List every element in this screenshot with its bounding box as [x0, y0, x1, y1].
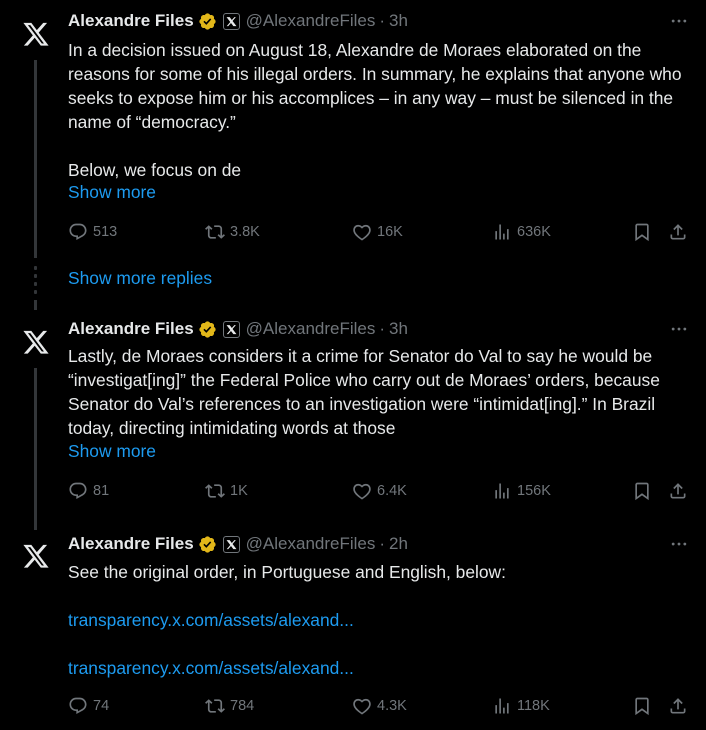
like-button[interactable]: 6.4K [352, 481, 407, 501]
separator-dot: · [379, 534, 386, 553]
like-count: 16K [377, 224, 403, 240]
separator-dot: · [379, 319, 386, 338]
thread-dots [34, 266, 37, 298]
author-handle[interactable]: @AlexandreFiles [246, 319, 376, 339]
avatar[interactable] [16, 322, 56, 362]
views-icon [495, 698, 509, 714]
repost-icon [205, 699, 225, 713]
views-count: 118K [517, 698, 550, 714]
repost-count: 3.8K [230, 224, 260, 240]
x-logo-icon [23, 22, 49, 46]
tweet-text: Lastly, de Moraes considers it a crime f… [68, 344, 694, 440]
separator-dot: · [379, 11, 386, 30]
reply-count: 81 [93, 483, 110, 499]
timestamp[interactable]: 3h [389, 11, 408, 31]
x-affiliate-icon[interactable] [222, 320, 240, 338]
thread-line [34, 300, 37, 310]
reply-button[interactable]: 81 [68, 481, 109, 501]
verified-badge-icon [198, 320, 217, 339]
bookmark-icon [635, 697, 649, 716]
reply-icon [69, 223, 87, 241]
like-count: 4.3K [377, 698, 407, 714]
verified-badge-icon [198, 12, 217, 31]
bookmark-button[interactable] [632, 222, 652, 242]
thread-line [34, 368, 37, 526]
action-bar: 81 1K 6.4K 156K [68, 481, 694, 505]
like-button[interactable]: 4.3K [352, 696, 407, 716]
views-button[interactable]: 118K [492, 696, 550, 716]
repost-count: 1K [230, 483, 248, 499]
more-icon[interactable] [668, 533, 690, 555]
author-handle[interactable]: @AlexandreFiles [246, 534, 376, 554]
share-button[interactable] [668, 696, 688, 716]
bookmark-button[interactable] [632, 481, 652, 501]
reply-icon [69, 482, 87, 500]
tweet-link[interactable]: transparency.x.com/assets/alexand... [68, 658, 354, 678]
repost-count: 784 [230, 698, 255, 714]
x-logo-icon [23, 544, 49, 568]
like-count: 6.4K [377, 483, 407, 499]
x-affiliate-icon[interactable] [222, 535, 240, 553]
tweet-text: In a decision issued on August 18, Alexa… [68, 38, 694, 182]
like-icon [353, 224, 371, 241]
author-handle[interactable]: @AlexandreFiles [246, 11, 376, 31]
tweet-paragraph: Below, we focus on de [68, 160, 242, 180]
x-logo-icon [23, 330, 49, 354]
views-button[interactable]: 636K [492, 222, 551, 242]
share-button[interactable] [668, 222, 688, 242]
reply-count: 513 [93, 224, 118, 240]
views-icon [495, 483, 509, 499]
share-button[interactable] [668, 481, 688, 501]
show-more-link[interactable]: Show more [68, 182, 156, 203]
views-count: 636K [517, 224, 551, 240]
bookmark-icon [635, 223, 649, 242]
like-button[interactable]: 16K [352, 222, 403, 242]
timestamp[interactable]: 3h [389, 319, 408, 339]
author-name[interactable]: Alexandre Files [68, 319, 194, 339]
share-icon [670, 698, 686, 714]
like-icon [353, 698, 371, 715]
more-icon[interactable] [668, 318, 690, 340]
avatar[interactable] [16, 14, 56, 54]
tweet-paragraph: Lastly, de Moraes considers it a crime f… [68, 346, 660, 438]
action-bar: 513 3.8K 16K 636K [68, 222, 694, 246]
share-icon [670, 224, 686, 240]
share-icon [670, 483, 686, 499]
views-count: 156K [517, 483, 551, 499]
thread-line [34, 60, 37, 258]
more-icon[interactable] [668, 10, 690, 32]
timestamp[interactable]: 2h [389, 534, 408, 554]
avatar[interactable] [16, 536, 56, 576]
reply-icon [69, 697, 87, 715]
like-icon [353, 483, 371, 500]
tweet-paragraph: See the original order, in Portuguese an… [68, 562, 506, 582]
bookmark-icon [635, 482, 649, 501]
views-icon [495, 224, 509, 240]
views-button[interactable]: 156K [492, 481, 551, 501]
bookmark-button[interactable] [632, 696, 652, 716]
thread-line [34, 522, 37, 530]
reply-button[interactable]: 513 [68, 222, 117, 242]
action-bar: 74 784 4.3K 118K [68, 696, 694, 720]
verified-badge-icon [198, 535, 217, 554]
reply-count: 74 [93, 698, 110, 714]
repost-icon [205, 225, 225, 239]
author-name[interactable]: Alexandre Files [68, 534, 194, 554]
tweet-text: See the original order, in Portuguese an… [68, 560, 694, 680]
tweet-paragraph: In a decision issued on August 18, Alexa… [68, 40, 682, 132]
repost-button[interactable]: 784 [205, 696, 254, 716]
show-more-replies-link[interactable]: Show more replies [68, 268, 212, 289]
repost-button[interactable]: 3.8K [205, 222, 260, 242]
reply-button[interactable]: 74 [68, 696, 109, 716]
repost-button[interactable]: 1K [205, 481, 248, 501]
x-affiliate-icon[interactable] [222, 12, 240, 30]
show-more-link[interactable]: Show more [68, 441, 156, 462]
author-name[interactable]: Alexandre Files [68, 11, 194, 31]
tweet-link[interactable]: transparency.x.com/assets/alexand... [68, 610, 354, 630]
repost-icon [205, 484, 225, 498]
